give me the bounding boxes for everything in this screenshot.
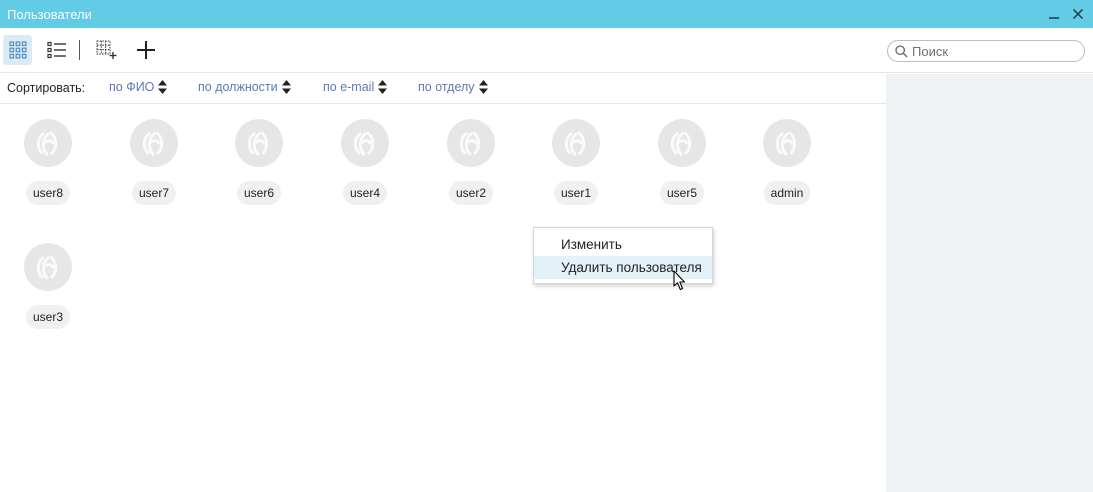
sort-by-email[interactable]: по e-mail (323, 80, 388, 94)
avatar (24, 243, 72, 291)
user-name-label: user7 (131, 181, 177, 205)
toolbar-divider (79, 40, 80, 60)
avatar (24, 119, 72, 167)
sort-bar: Сортировать: по ФИО по должности по e-ma… (0, 74, 886, 104)
user-avatar-logo-icon (564, 131, 586, 156)
sort-arrows-icon (158, 80, 168, 94)
sort-arrows-icon (478, 80, 488, 94)
avatar (235, 119, 283, 167)
sort-option-label: по отделу (418, 80, 475, 94)
avatar (130, 119, 178, 167)
user-tile[interactable]: user1 (531, 119, 621, 219)
sort-option-label: по должности (198, 80, 278, 94)
search-box[interactable] (887, 40, 1085, 62)
user-name-label: user3 (25, 305, 71, 329)
plus-icon (136, 41, 155, 59)
title-bar: Пользователи (0, 0, 1093, 28)
user-name-label: user8 (25, 181, 71, 205)
avatar (763, 119, 811, 167)
user-tile[interactable]: user2 (426, 119, 516, 219)
user-tile[interactable]: user4 (320, 119, 410, 219)
user-avatar-logo-icon (247, 131, 269, 156)
close-icon (1072, 8, 1084, 20)
edit-menu-item[interactable]: Изменить (534, 233, 712, 256)
toolbar (0, 28, 1093, 73)
minimize-icon (1049, 17, 1059, 19)
user-name-label: admin (763, 181, 811, 205)
user-avatar-logo-icon (142, 131, 164, 156)
add-user-button[interactable] (131, 35, 160, 65)
window-title: Пользователи (7, 6, 92, 22)
sort-by-position[interactable]: по должности (198, 80, 291, 94)
mouse-cursor-icon (673, 270, 686, 291)
user-tile[interactable]: admin (742, 119, 832, 219)
sort-arrows-icon (378, 80, 388, 94)
user-avatar-logo-icon (36, 131, 58, 156)
sort-by-department[interactable]: по отделу (418, 80, 488, 94)
search-input[interactable] (912, 43, 1072, 59)
user-tile[interactable]: user7 (109, 119, 199, 219)
user-avatar-logo-icon (36, 255, 58, 280)
details-panel (886, 74, 1093, 492)
sort-by-name[interactable]: по ФИО (109, 80, 168, 94)
grid-view-icon (8, 41, 26, 59)
user-avatar-logo-icon (670, 131, 692, 156)
avatar (447, 119, 495, 167)
user-avatar-logo-icon (775, 131, 797, 156)
user-avatar-logo-icon (459, 131, 481, 156)
sort-label: Сортировать: (7, 81, 86, 95)
avatar (341, 119, 389, 167)
user-avatar-logo-icon (353, 131, 375, 156)
user-name-label: user4 (342, 181, 388, 205)
grid-view-button[interactable] (3, 35, 32, 65)
avatar (552, 119, 600, 167)
list-view-icon (46, 41, 66, 59)
search-icon (895, 44, 908, 57)
avatar (658, 119, 706, 167)
sort-arrows-icon (281, 80, 291, 94)
add-group-button[interactable] (92, 35, 121, 65)
add-group-icon (96, 40, 116, 59)
user-name-label: user6 (236, 181, 282, 205)
user-name-label: user1 (553, 181, 599, 205)
close-button[interactable] (1066, 0, 1090, 28)
user-tile[interactable]: user5 (637, 119, 727, 219)
user-tile[interactable]: user3 (3, 243, 93, 343)
minimize-button[interactable] (1042, 0, 1066, 28)
user-tile[interactable]: user8 (3, 119, 93, 219)
user-name-label: user2 (448, 181, 494, 205)
list-view-button[interactable] (42, 35, 71, 65)
sort-option-label: по ФИО (109, 80, 155, 94)
user-name-label: user5 (659, 181, 705, 205)
user-tile[interactable]: user6 (214, 119, 304, 219)
sort-option-label: по e-mail (323, 80, 375, 94)
